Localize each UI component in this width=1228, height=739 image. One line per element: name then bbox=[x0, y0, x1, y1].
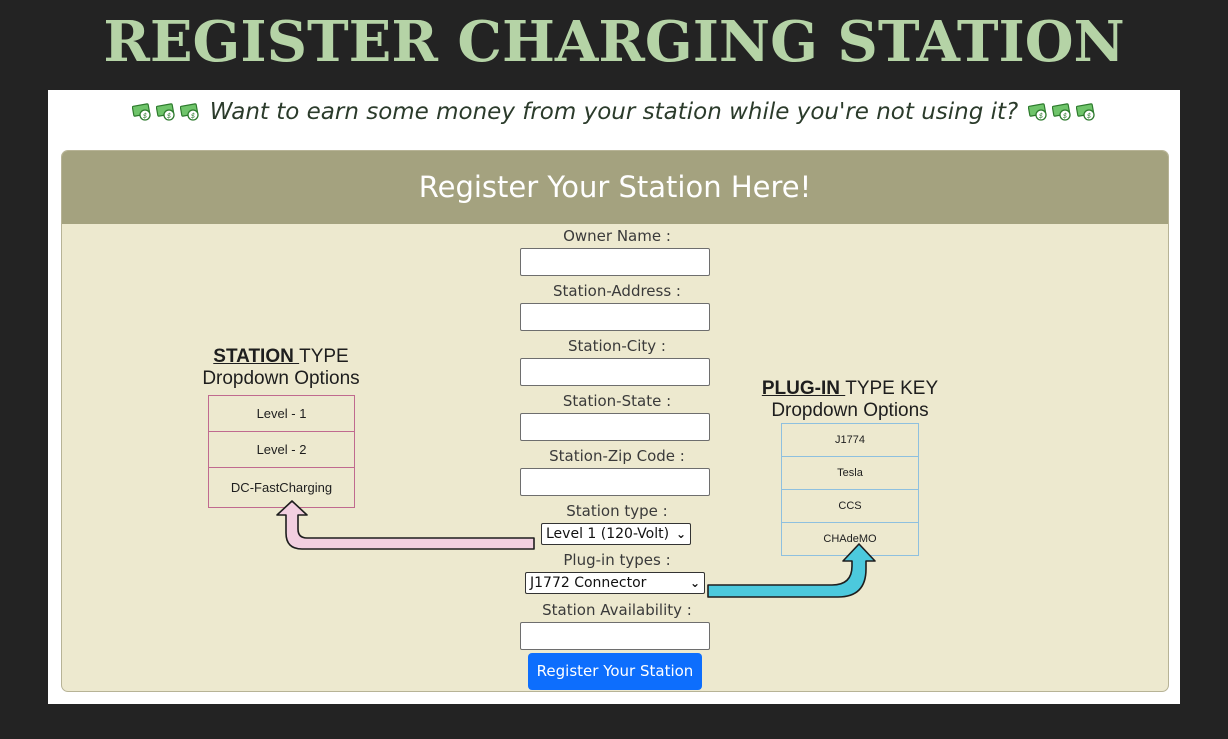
money-icon: $ bbox=[156, 103, 176, 121]
pink-arrow-icon bbox=[276, 500, 535, 550]
svg-text:$: $ bbox=[1038, 112, 1042, 120]
money-icons-right: $ $ $ bbox=[1026, 99, 1098, 125]
money-icons-left: $ $ $ bbox=[130, 99, 209, 125]
cyan-arrow-icon bbox=[707, 543, 876, 598]
svg-text:$: $ bbox=[1062, 112, 1066, 120]
svg-text:$: $ bbox=[167, 112, 171, 120]
money-icon: $ bbox=[1051, 103, 1071, 121]
tagline-text: Want to earn some money from your statio… bbox=[209, 99, 1019, 125]
svg-text:$: $ bbox=[191, 112, 195, 120]
money-icon: $ bbox=[1075, 103, 1095, 121]
annotation-arrows bbox=[276, 500, 876, 598]
registration-card: Register Your Station Here! Owner Name :… bbox=[61, 150, 1169, 692]
tagline: $ $ $ Want to earn some money from your st… bbox=[0, 95, 1228, 129]
svg-text:$: $ bbox=[143, 112, 147, 120]
page-title: REGISTER CHARGING STATION bbox=[103, 9, 1125, 75]
money-icon: $ bbox=[1027, 103, 1047, 121]
money-icon: $ bbox=[132, 103, 152, 121]
money-icon: $ bbox=[180, 103, 200, 121]
svg-text:$: $ bbox=[1086, 112, 1090, 120]
